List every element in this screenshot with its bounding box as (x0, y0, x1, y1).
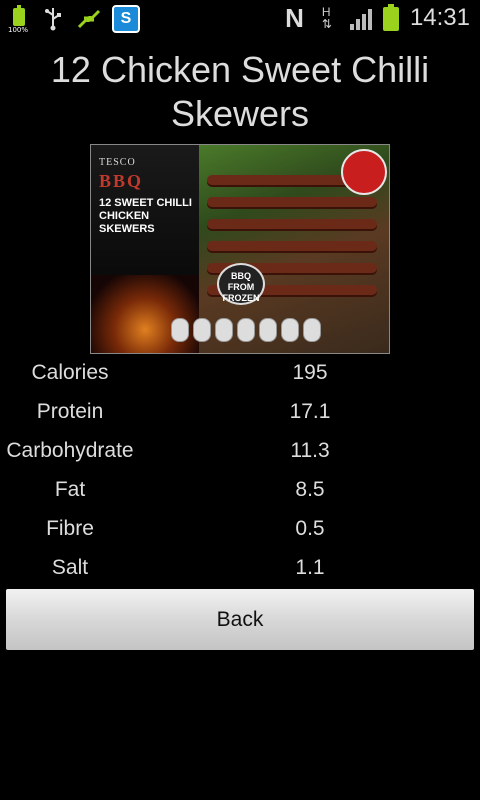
nutrition-label: Salt (51, 556, 89, 579)
clock: 14:31 (409, 4, 470, 31)
nutrition-label: Fibre (46, 517, 94, 540)
battery-percent: 100% (8, 26, 29, 34)
sync-icon (76, 6, 102, 32)
nutrition-value: 0.5 (295, 517, 325, 540)
nutrition-value: 1.1 (295, 556, 325, 579)
nutrition-row: Calories 195 (0, 358, 480, 397)
status-bar: 100% S N H ⇅ 14:31 (0, 0, 480, 38)
page-title: 12 Chicken Sweet Chilli Skewers (50, 49, 430, 134)
nutrition-row: Fibre 0.5 (0, 514, 480, 553)
skype-icon: S (112, 5, 140, 33)
nutrition-table: Calories 195 Protein 17.1 Carbohydrate 11.3 Fa… (0, 358, 480, 592)
nutrition-row: Protein 17.1 (0, 397, 480, 436)
nutrition-label: Calories (31, 361, 109, 384)
nutrition-value: 8.5 (295, 478, 325, 501)
nfc-icon: N (285, 3, 304, 33)
hspa-icon: H ⇅ (321, 5, 332, 31)
product-image: TESCO BBQ 12 SWEET CHILLI CHICKEN SKEWER… (90, 144, 390, 354)
range-logo: BBQ (99, 171, 144, 191)
brand-logo: TESCO (99, 157, 136, 168)
nutrition-row: Salt 1.1 (0, 553, 480, 592)
signal-icon (349, 6, 372, 30)
nutrition-label: Protein (36, 400, 104, 423)
usb-icon (40, 6, 66, 32)
battery-icon: 100% (8, 4, 30, 34)
battery-icon (382, 4, 400, 32)
nutrition-value: 17.1 (289, 400, 331, 423)
nutrition-value: 11.3 (290, 439, 330, 462)
nutrition-label: Carbohydrate (6, 439, 134, 462)
gda-labels (171, 317, 387, 343)
nutrition-value: 195 (292, 361, 328, 384)
nutrition-label: Fat (54, 478, 86, 501)
nutrition-row: Carbohydrate 11.3 (0, 436, 480, 475)
back-button[interactable]: Back (6, 589, 474, 650)
bbq-from-frozen-badge: BBQ FROM FROZEN (217, 263, 265, 305)
red-badge (341, 149, 387, 195)
pack-product-name: 12 SWEET CHILLI CHICKEN SKEWERS (99, 197, 192, 235)
nutrition-row: Fat 8.5 (0, 475, 480, 514)
